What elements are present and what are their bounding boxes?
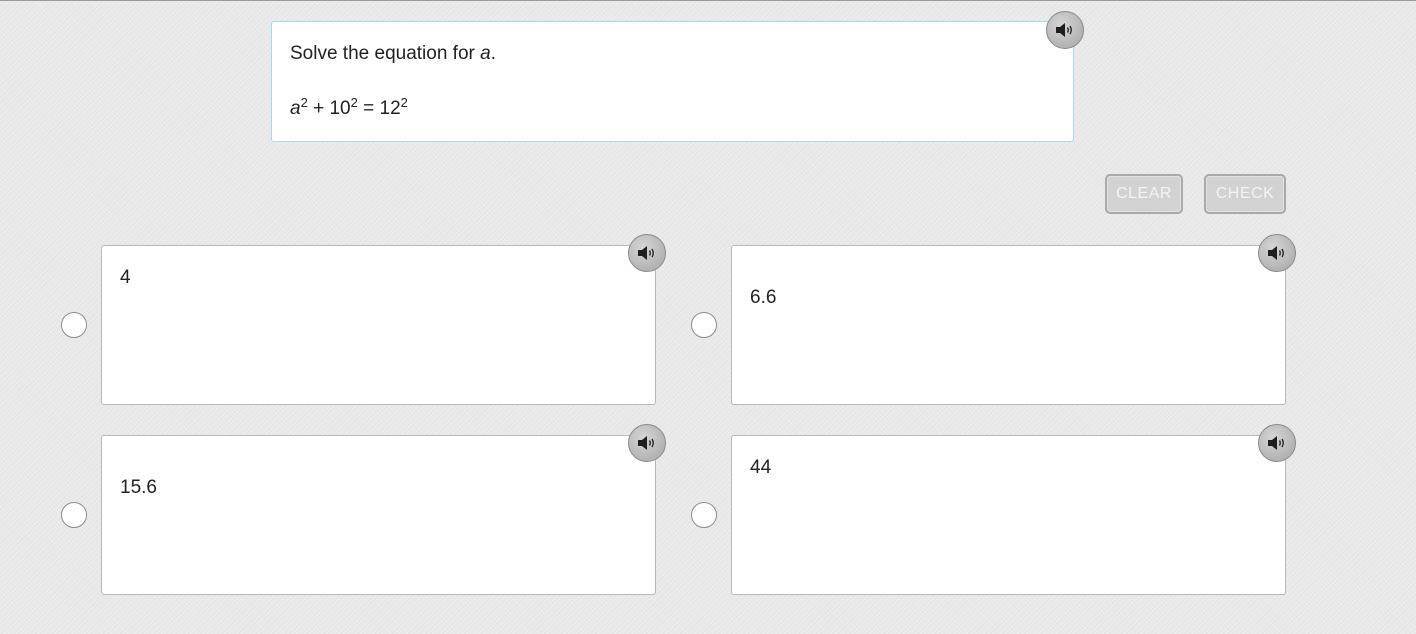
prompt-period: . <box>490 43 496 64</box>
choice-label-2: 6.6 <box>750 287 777 308</box>
choice-card-2[interactable]: 6.6 <box>731 245 1286 405</box>
choice-card-3[interactable]: 15.6 <box>101 435 656 595</box>
choice-label-3: 15.6 <box>120 477 157 498</box>
top-divider <box>0 0 1416 1</box>
speaker-icon <box>1267 245 1287 261</box>
choice-radio-1[interactable] <box>61 312 87 338</box>
choice-1-audio-button[interactable] <box>628 234 666 272</box>
choice-radio-3[interactable] <box>61 502 87 528</box>
choice-card-1[interactable]: 4 <box>101 245 656 405</box>
choice-label-4: 44 <box>750 457 772 478</box>
choice-radio-4[interactable] <box>691 502 717 528</box>
equation-exponent: 2 <box>300 95 308 110</box>
speaker-icon <box>637 245 657 261</box>
choice-label-1: 4 <box>120 267 131 288</box>
equation-term: + 10 <box>307 98 351 119</box>
choice-card-4[interactable]: 44 <box>731 435 1286 595</box>
speaker-icon <box>1267 435 1287 451</box>
clear-button[interactable]: CLEAR <box>1105 174 1183 214</box>
speaker-icon <box>637 435 657 451</box>
check-button[interactable]: CHECK <box>1204 174 1286 214</box>
equation-exponent: 2 <box>350 95 358 110</box>
prompt-text: Solve the equation for <box>290 43 481 64</box>
choice-radio-2[interactable] <box>691 312 717 338</box>
question-card: Solve the equation for a. a2 + 102 = 122 <box>271 21 1074 142</box>
prompt-variable: a <box>480 43 491 64</box>
choice-2-audio-button[interactable] <box>1258 234 1296 272</box>
equation-term: = 12 <box>357 98 401 119</box>
question-equation: a2 + 102 = 122 <box>290 95 408 120</box>
choice-4-audio-button[interactable] <box>1258 424 1296 462</box>
equation-variable: a <box>290 98 301 119</box>
equation-exponent: 2 <box>400 95 408 110</box>
question-prompt: Solve the equation for a. <box>290 43 496 65</box>
question-audio-button[interactable] <box>1046 11 1084 49</box>
choice-3-audio-button[interactable] <box>628 424 666 462</box>
speaker-icon <box>1055 22 1075 38</box>
